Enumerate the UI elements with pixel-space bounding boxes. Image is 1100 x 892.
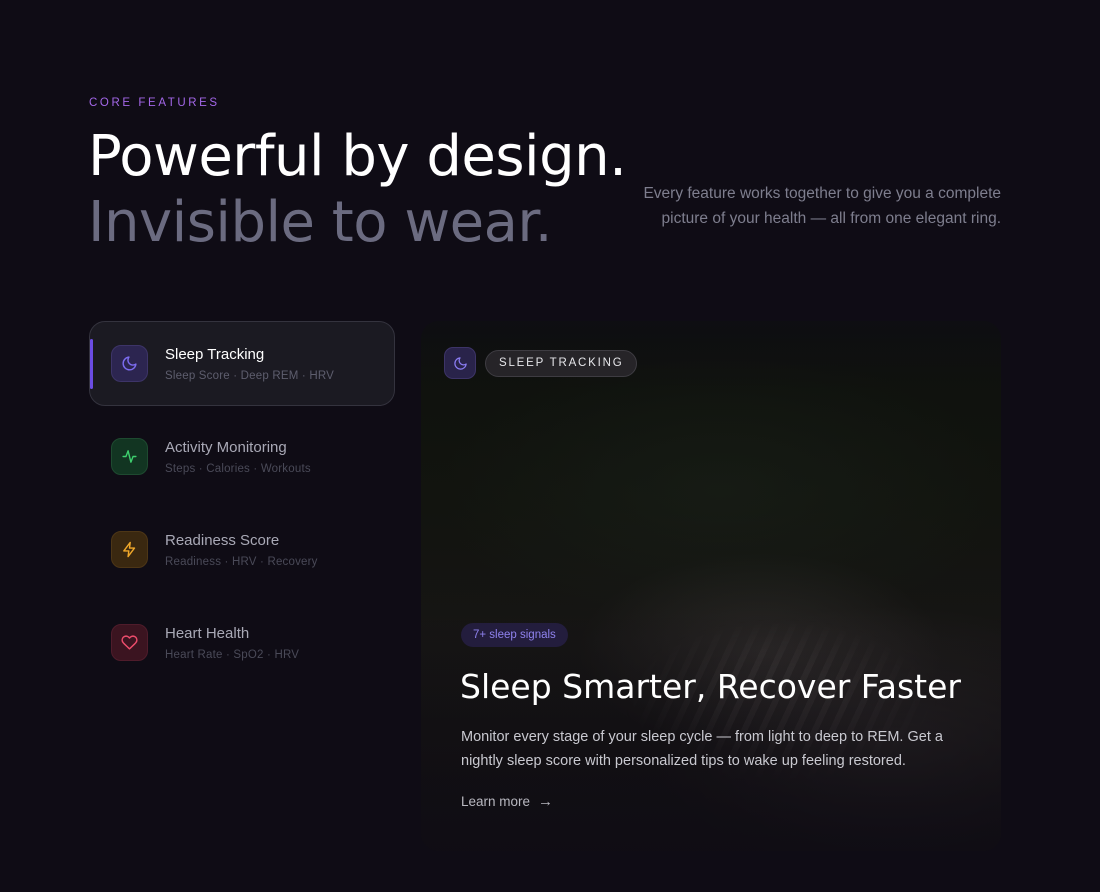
feature-item-activity-monitoring[interactable]: Activity Monitoring Steps · Calories · W… [89,414,395,499]
learn-more-label: Learn more [461,794,531,809]
feature-title: Sleep Tracking [165,346,265,363]
activity-pulse-icon [111,438,148,475]
feature-title: Readiness Score [165,532,280,549]
arrow-right-icon: → [538,793,554,810]
eyebrow-label: CORE FEATURES [89,97,220,109]
card-description: Monitor every stage of your sleep cycle … [461,729,943,769]
section-intro: Every feature works together to give you… [643,185,1001,227]
feature-subtitle: Steps · Calories · Workouts [165,463,311,475]
card-title: Sleep Smarter, Recover Faster [460,667,961,706]
headline-line-1: Powerful by design. [88,124,627,189]
card-header: SLEEP TRACKING [444,347,638,379]
moon-icon [444,347,476,379]
active-indicator [90,339,93,389]
moon-icon [111,345,148,382]
feature-title: Activity Monitoring [165,439,287,456]
feature-detail-card: SLEEP TRACKING 7+ sleep signals Sleep Sm… [421,321,1001,851]
feature-subtitle: Sleep Score · Deep REM · HRV [165,370,335,382]
category-tag: SLEEP TRACKING [485,349,638,377]
feature-subtitle: Heart Rate · SpO2 · HRV [165,649,300,661]
feature-item-readiness-score[interactable]: Readiness Score Readiness · HRV · Recove… [89,507,395,592]
feature-subtitle: Readiness · HRV · Recovery [165,556,318,568]
signals-badge: 7+ sleep signals [461,623,568,647]
heart-icon [111,624,148,661]
feature-item-heart-health[interactable]: Heart Health Heart Rate · SpO2 · HRV [89,600,395,685]
feature-list: Sleep Tracking Sleep Score · Deep REM · … [89,321,395,693]
headline-line-2: Invisible to wear. [88,190,553,255]
lightning-bolt-icon [111,531,148,568]
feature-item-sleep-tracking[interactable]: Sleep Tracking Sleep Score · Deep REM · … [89,321,395,406]
feature-title: Heart Health [165,625,250,642]
learn-more-link[interactable]: Learn more → [461,793,553,810]
section-headline: Powerful by design. Invisible to wear. [88,124,627,256]
